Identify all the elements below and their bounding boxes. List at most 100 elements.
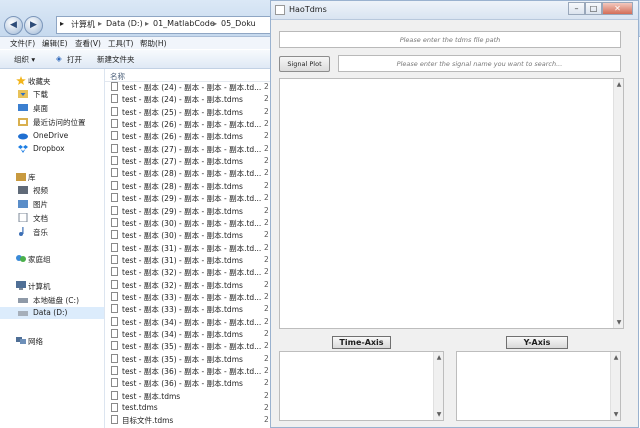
close-icon[interactable]: ✕ (602, 2, 633, 15)
file-row[interactable]: test - 副本 (28) - 副本 - 副本.tdms 2 (105, 180, 270, 192)
file-date: 2 (264, 230, 269, 240)
menu-file[interactable]: 文件(F) (10, 38, 35, 49)
file-date: 2 (264, 156, 269, 166)
nav-recent-places[interactable]: 最近访问的位置 (0, 116, 104, 128)
file-row[interactable]: test - 副本 (30) - 副本 - 副本 - 副本.td... 2 (105, 217, 270, 229)
file-row[interactable]: test - 副本 (26) - 副本 - 副本 - 副本.td... 2 (105, 118, 270, 130)
time-axis-list-scrollbar[interactable]: ▲ ▼ (433, 352, 443, 420)
nav-onedrive[interactable]: OneDrive (0, 130, 104, 142)
nav-homegroup[interactable]: 家庭组 (0, 253, 104, 265)
file-row[interactable]: test - 副本 (28) - 副本 - 副本 - 副本.td... 2 (105, 167, 270, 179)
nav-downloads[interactable]: 下载 (0, 88, 104, 100)
scroll-down-arrow-icon[interactable]: ▼ (612, 410, 620, 419)
file-name: test - 副本 (33) - 副本 - 副本 - 副本.td... (122, 292, 262, 302)
breadcrumb-computer[interactable]: 计算机 (71, 19, 95, 30)
maximize-icon[interactable]: □ (585, 2, 602, 15)
nav-documents[interactable]: 文档 (0, 212, 104, 224)
signal-list-scrollbar[interactable]: ▲ ▼ (613, 79, 623, 328)
nav-favorites[interactable]: 收藏夹 (0, 75, 104, 87)
file-icon (111, 131, 118, 141)
file-row[interactable]: test - 副本 (34) - 副本 - 副本 - 副本.td... 2 (105, 316, 270, 328)
menu-help[interactable]: 帮助(H) (140, 38, 167, 49)
file-name: test - 副本 (27) - 副本 - 副本.tdms (122, 157, 243, 167)
file-row[interactable]: 目标文件.tdms 2 (105, 414, 270, 426)
new-folder-button[interactable]: 新建文件夹 (97, 54, 135, 65)
nav-music[interactable]: 音乐 (0, 226, 104, 238)
y-axis-list[interactable]: ▲ ▼ (456, 351, 621, 421)
nav-libraries[interactable]: 库 (0, 171, 104, 183)
file-date: 2 (264, 131, 269, 141)
file-row[interactable]: test - 副本 (27) - 副本 - 副本.tdms 2 (105, 155, 270, 167)
y-axis-list-scrollbar[interactable]: ▲ ▼ (610, 352, 620, 420)
menu-view[interactable]: 查看(V) (75, 38, 101, 49)
computer-icon (16, 281, 26, 290)
minimize-icon[interactable]: – (568, 2, 585, 15)
file-row[interactable]: test - 副本 (24) - 副本 - 副本 - 副本.td... 2 (105, 81, 270, 93)
file-icon (111, 180, 118, 190)
file-icon (111, 291, 118, 301)
file-name: test - 副本 (30) - 副本 - 副本 - 副本.td... (122, 218, 262, 228)
file-row[interactable]: test - 副本 (34) - 副本 - 副本.tdms 2 (105, 328, 270, 340)
breadcrumb-doku[interactable]: 05_Doku (221, 19, 256, 28)
file-date: 2 (264, 193, 269, 203)
scroll-up-arrow-icon[interactable]: ▲ (612, 353, 620, 362)
file-row[interactable]: test - 副本 (30) - 副本 - 副本.tdms 2 (105, 229, 270, 241)
file-name: test - 副本.tdms (122, 391, 181, 401)
file-name: test - 副本 (36) - 副本 - 副本.tdms (122, 379, 243, 389)
file-row[interactable]: test.tdms 2 (105, 402, 270, 414)
file-row[interactable]: test - 副本.tdms 2 (105, 390, 270, 402)
file-row[interactable]: test - 副本 (32) - 副本 - 副本 - 副本.td... 2 (105, 266, 270, 278)
open-button[interactable]: 打开 (67, 54, 82, 65)
nav-videos[interactable]: 视频 (0, 184, 104, 196)
nav-network[interactable]: 网络 (0, 335, 104, 347)
nav-data-drive-d[interactable]: Data (D:) (0, 307, 104, 319)
file-row[interactable]: test - 副本 (33) - 副本 - 副本 - 副本.td... 2 (105, 291, 270, 303)
file-row[interactable]: test - 副本 (27) - 副本 - 副本 - 副本.td... 2 (105, 143, 270, 155)
file-row[interactable]: test - 副本 (32) - 副本 - 副本.tdms 2 (105, 279, 270, 291)
file-date: 2 (264, 82, 269, 91)
file-name: test - 副本 (27) - 副本 - 副本 - 副本.td... (122, 144, 262, 154)
file-row[interactable]: test - 副本 (36) - 副本 - 副本.tdms 2 (105, 377, 270, 389)
file-date: 2 (264, 291, 269, 301)
file-row[interactable]: test - 副本 (35) - 副本 - 副本.tdms 2 (105, 353, 270, 365)
nav-dropbox[interactable]: Dropbox (0, 143, 104, 155)
signal-search-input[interactable] (338, 55, 621, 72)
back-button[interactable]: ◀ (4, 16, 23, 35)
file-icon (111, 230, 118, 240)
file-date: 2 (264, 415, 269, 425)
file-date: 2 (264, 254, 269, 264)
file-row[interactable]: test - 副本 (35) - 副本 - 副本 - 副本.td... 2 (105, 340, 270, 352)
file-row[interactable]: test - 副本 (31) - 副本 - 副本 - 副本.td... 2 (105, 242, 270, 254)
homegroup-icon (16, 255, 26, 262)
file-row[interactable]: test - 副本 (33) - 副本 - 副本.tdms 2 (105, 303, 270, 315)
breadcrumb-data-drive[interactable]: Data (D:) (106, 19, 143, 28)
file-row[interactable]: test - 副本 (29) - 副本 - 副本 - 副本.td... 2 (105, 192, 270, 204)
forward-button[interactable]: ▶ (24, 16, 43, 35)
file-row[interactable]: test - 副本 (36) - 副本 - 副本 - 副本.td... 2 (105, 365, 270, 377)
menu-edit[interactable]: 编辑(E) (42, 38, 68, 49)
scroll-up-arrow-icon[interactable]: ▲ (615, 80, 623, 89)
scroll-down-arrow-icon[interactable]: ▼ (615, 318, 623, 327)
signal-plot-button[interactable]: Signal Plot (279, 56, 330, 72)
file-row[interactable]: test - 副本 (24) - 副本 - 副本.tdms 2 (105, 93, 270, 105)
y-axis-button[interactable]: Y-Axis (506, 336, 568, 349)
time-axis-button[interactable]: Time-Axis (332, 336, 391, 349)
breadcrumb-matlabcode[interactable]: 01_MatlabCode (153, 19, 215, 28)
nav-local-disk-c[interactable]: 本地磁盘 (C:) (0, 294, 104, 306)
file-row[interactable]: test - 副本 (25) - 副本 - 副本.tdms 2 (105, 106, 270, 118)
file-row[interactable]: test - 副本 (31) - 副本 - 副本.tdms 2 (105, 254, 270, 266)
nav-desktop[interactable]: 桌面 (0, 102, 104, 114)
tdms-path-input[interactable] (279, 31, 621, 48)
address-input[interactable]: ▸ 计算机 ▸ Data (D:) ▸ 01_MatlabCode ▸ 05_D… (56, 16, 272, 34)
scroll-down-arrow-icon[interactable]: ▼ (435, 410, 443, 419)
menu-tools[interactable]: 工具(T) (108, 38, 133, 49)
scroll-up-arrow-icon[interactable]: ▲ (435, 353, 443, 362)
nav-pictures[interactable]: 图片 (0, 198, 104, 210)
file-row[interactable]: test - 副本 (26) - 副本 - 副本.tdms 2 (105, 130, 270, 142)
nav-computer[interactable]: 计算机 (0, 280, 104, 292)
time-axis-list[interactable]: ▲ ▼ (279, 351, 444, 421)
signal-list[interactable]: ▲ ▼ (279, 78, 624, 329)
organize-button[interactable]: 组织 ▾ (14, 54, 35, 65)
file-row[interactable]: test - 副本 (29) - 副本 - 副本.tdms 2 (105, 205, 270, 217)
file-date: 2 (264, 341, 269, 351)
